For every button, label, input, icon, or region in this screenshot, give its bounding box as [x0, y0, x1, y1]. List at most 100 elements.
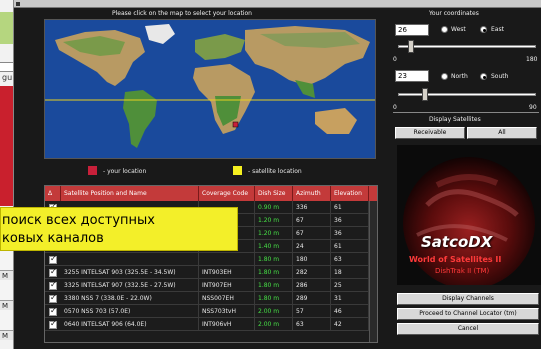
longitude-slider-thumb[interactable] [408, 40, 414, 53]
background-list-items: M M M [0, 260, 14, 349]
window-titlebar [14, 0, 541, 8]
all-button[interactable]: All [467, 127, 537, 139]
coverage-code: INT903EH [199, 266, 255, 279]
azimuth: 67 [293, 214, 331, 227]
satellite-name: 0570 NSS 703 (57.0E) [61, 305, 199, 318]
table-row[interactable]: 3380 NSS 7 (338.0E - 22.0W) NSS007EH 1.8… [45, 292, 377, 305]
dish-size: 1.40 m [255, 240, 293, 253]
row-checkbox[interactable] [49, 306, 57, 316]
longitude-max: 180 [526, 56, 538, 63]
elevation-column-header[interactable]: Elevation [331, 186, 369, 201]
row-checkbox[interactable] [49, 267, 57, 277]
dish-size: 0.90 m [255, 201, 293, 214]
proceed-button[interactable]: Proceed to Channel Locator (tm) [397, 308, 539, 320]
coverage-code: NSS007EH [199, 292, 255, 305]
dishtrak-text: DishTrak II (TM) [435, 267, 490, 275]
sort-column-header[interactable]: Δ [45, 186, 61, 201]
azimuth: 180 [293, 253, 331, 266]
receivable-button[interactable]: Receivable [395, 127, 465, 139]
coverage-code: INT907EH [199, 279, 255, 292]
north-radio[interactable] [441, 73, 448, 80]
dish-column-header[interactable]: Dish Size [255, 186, 293, 201]
cancel-button[interactable]: Cancel [397, 323, 539, 335]
west-label: West [451, 26, 466, 33]
longitude-min: 0 [393, 56, 397, 63]
display-satellites-title: Display Satellites [429, 116, 481, 123]
azimuth: 57 [293, 305, 331, 318]
longitude-slider-track [398, 45, 536, 48]
background-list-item: M [0, 270, 13, 280]
row-checkbox[interactable] [49, 319, 57, 329]
name-column-header[interactable]: Satellite Position and Name [61, 186, 199, 201]
elevation: 31 [331, 292, 369, 305]
elevation: 42 [331, 318, 369, 331]
azimuth-column-header[interactable]: Azimuth [293, 186, 331, 201]
latitude-max: 90 [529, 104, 537, 111]
table-row[interactable]: 1.80 m 180 63 [45, 253, 377, 266]
satellite-name [61, 253, 199, 266]
east-radio[interactable] [480, 26, 487, 33]
dish-size: 1.80 m [255, 253, 293, 266]
row-checkbox[interactable] [49, 280, 57, 290]
world-of-satellites-text: World of Satellites II [409, 255, 502, 264]
azimuth: 289 [293, 292, 331, 305]
north-label: North [451, 73, 468, 80]
elevation: 63 [331, 253, 369, 266]
dishtrak-window: Please click on the map to select your l… [14, 0, 541, 349]
satellite-name: 3380 NSS 7 (338.0E - 22.0W) [61, 292, 199, 305]
elevation: 36 [331, 227, 369, 240]
row-checkbox[interactable] [49, 293, 57, 303]
satellite-name: 0640 INTELSAT 906 (64.0E) [61, 318, 199, 331]
elevation: 61 [331, 201, 369, 214]
dish-size: 2.00 m [255, 318, 293, 331]
table-row[interactable]: 0570 NSS 703 (57.0E) NSS703tvH 2.00 m 57… [45, 305, 377, 318]
table-row[interactable]: 3325 INTELSAT 907 (332.5E - 27.5W) INT90… [45, 279, 377, 292]
coverage-code: NSS703tvH [199, 305, 255, 318]
azimuth: 286 [293, 279, 331, 292]
earth-globe-graphic [397, 145, 541, 285]
table-row[interactable]: 3255 INTELSAT 903 (325.5E - 34.5W) INT90… [45, 266, 377, 279]
latitude-slider-thumb[interactable] [422, 88, 428, 101]
display-channels-button[interactable]: Display Channels [397, 293, 539, 305]
world-map-graphic [45, 20, 375, 158]
your-location-legend: - your location [103, 168, 147, 175]
dish-size: 2.00 m [255, 305, 293, 318]
satellite-location-swatch [233, 166, 242, 175]
background-green-block [0, 12, 13, 44]
background-field [0, 62, 13, 72]
elevation: 36 [331, 214, 369, 227]
dish-size: 1.80 m [255, 266, 293, 279]
dish-size: 1.80 m [255, 279, 293, 292]
elevation: 25 [331, 279, 369, 292]
west-radio[interactable] [441, 26, 448, 33]
caption-line-2: ковых каналов [2, 231, 104, 246]
row-checkbox[interactable] [49, 254, 57, 264]
latitude-min: 0 [393, 104, 397, 111]
your-location-swatch [88, 166, 97, 175]
azimuth: 24 [293, 240, 331, 253]
satellite-name: 3255 INTELSAT 903 (325.5E - 34.5W) [61, 266, 199, 279]
longitude-input[interactable]: 26 [395, 24, 429, 36]
dish-size: 1.80 m [255, 292, 293, 305]
azimuth: 282 [293, 266, 331, 279]
coverage-code: INT906vH [199, 318, 255, 331]
south-radio[interactable] [480, 73, 487, 80]
latitude-slider-track [398, 93, 536, 96]
world-map[interactable] [44, 19, 376, 159]
south-label: South [491, 73, 509, 80]
table-header: Δ Satellite Position and Name Coverage C… [45, 186, 377, 201]
background-text: gu [2, 73, 13, 82]
azimuth: 336 [293, 201, 331, 214]
azimuth: 67 [293, 227, 331, 240]
window-icon [16, 2, 20, 6]
caption-line-1: поиск всех доступных [2, 213, 155, 228]
elevation: 46 [331, 305, 369, 318]
latitude-input[interactable]: 23 [395, 70, 429, 82]
background-list-item: M [0, 330, 13, 340]
coverage-column-header[interactable]: Coverage Code [199, 186, 255, 201]
background-list-item: M [0, 300, 13, 310]
separator [393, 112, 539, 113]
azimuth: 63 [293, 318, 331, 331]
table-row[interactable]: 0640 INTELSAT 906 (64.0E) INT906vH 2.00 … [45, 318, 377, 331]
table-scrollbar[interactable] [369, 201, 377, 342]
